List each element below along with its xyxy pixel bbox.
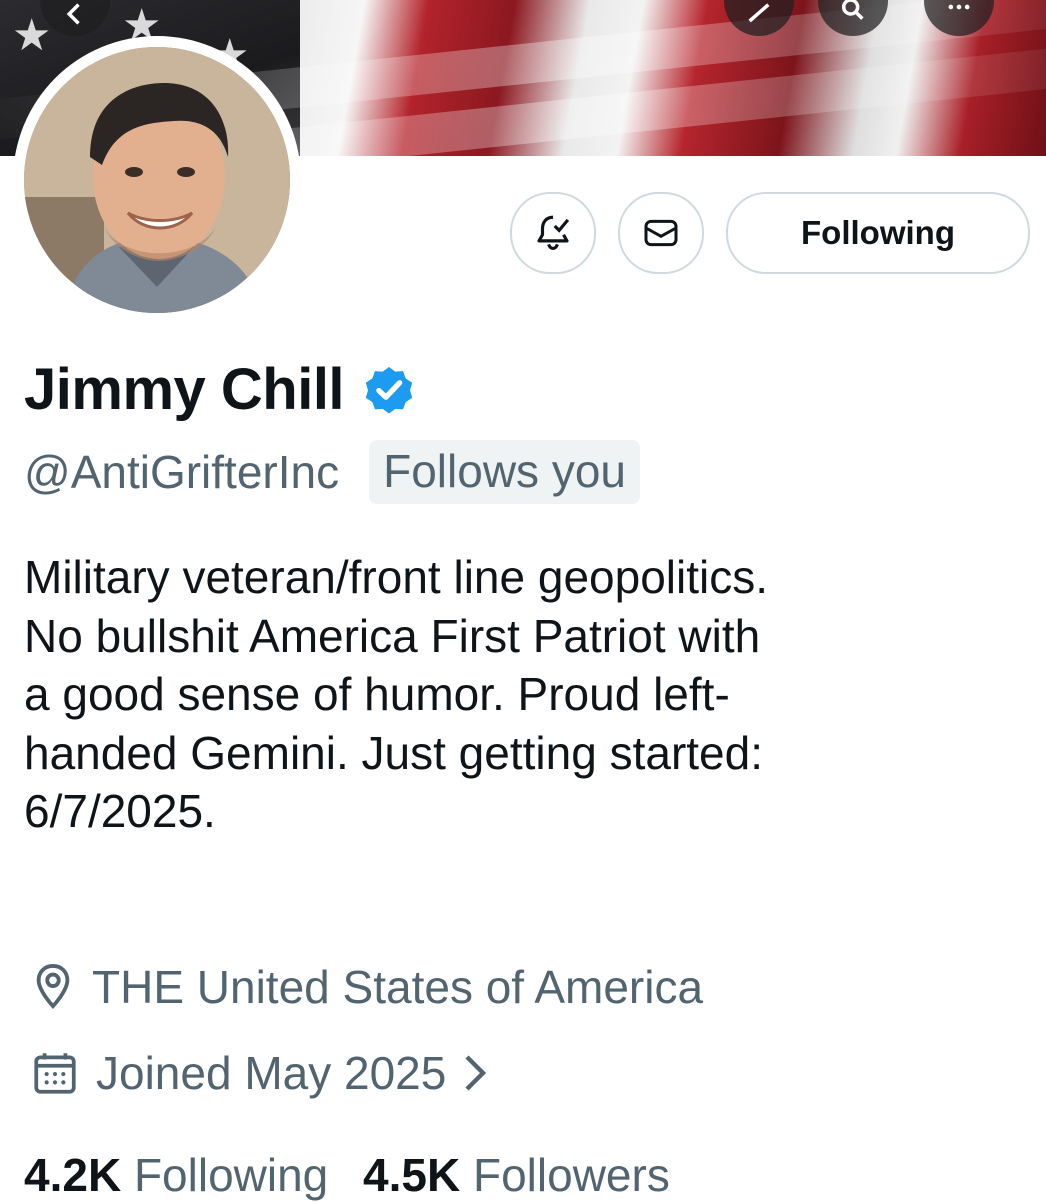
message-button[interactable]: [618, 192, 704, 274]
avatar[interactable]: [13, 36, 301, 324]
search-icon: [841, 0, 864, 20]
bell-check-icon: [537, 215, 570, 250]
profile-name-row: Jimmy Chill: [24, 356, 418, 423]
map-pin-icon: [36, 963, 70, 1009]
joined-text: Joined May 2025: [96, 1047, 447, 1099]
back-arrow-icon: [66, 3, 80, 25]
handle: @AntiGrifterInc: [24, 446, 340, 498]
following-count-link[interactable]: 4.2K Following: [24, 1149, 341, 1201]
followers-count-link[interactable]: 4.5K Followers: [363, 1149, 670, 1201]
more-dots-icon: [948, 4, 970, 10]
envelope-icon: [644, 219, 678, 247]
follow-counts: 4.2K Following 4.5K Followers: [24, 1148, 670, 1202]
joined-row[interactable]: Joined May 2025: [30, 1046, 506, 1100]
handle-row: @AntiGrifterInc Follows you: [24, 440, 640, 504]
avatar-photo: [24, 47, 290, 313]
grok-icon: [748, 3, 770, 23]
following-count: 4.2K: [24, 1149, 122, 1201]
notifications-button[interactable]: [510, 192, 596, 274]
following-button-label: Following: [801, 214, 955, 251]
following-label: Following: [133, 1149, 329, 1201]
bio: Military veteran/front line geopolitics.…: [24, 551, 768, 837]
follows-you-badge: Follows you: [369, 440, 640, 504]
followers-count: 4.5K: [363, 1149, 461, 1201]
following-button[interactable]: Following: [726, 192, 1030, 274]
followers-label: Followers: [473, 1149, 670, 1201]
calendar-icon: [34, 1053, 76, 1094]
display-name: Jimmy Chill: [24, 357, 345, 422]
location-row: THE United States of America: [30, 960, 703, 1014]
location-text: THE United States of America: [92, 961, 704, 1013]
chevron-right-icon: [465, 1055, 487, 1091]
verified-badge-icon[interactable]: [360, 361, 418, 419]
